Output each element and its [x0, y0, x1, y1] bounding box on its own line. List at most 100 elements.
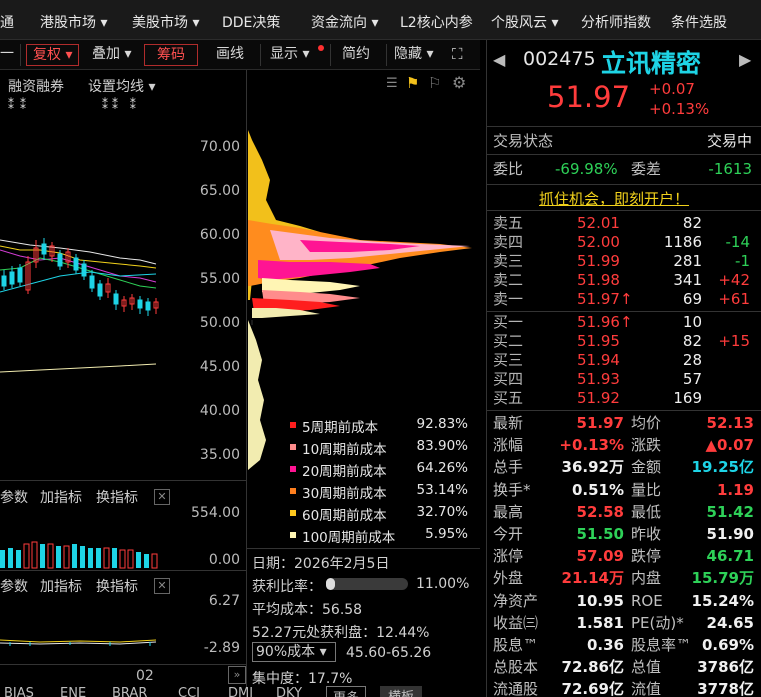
margin-trading-button[interactable]: 融资融券 — [8, 76, 64, 96]
ask-row[interactable]: 卖三 51.99 281 -1 — [487, 252, 761, 271]
next-stock-icon[interactable]: ▶ — [739, 50, 751, 69]
concentration: 集中度：17.7% — [252, 671, 353, 687]
stat-label: 昨收 — [631, 525, 662, 543]
gear-icon[interactable]: ⚙ — [452, 73, 466, 92]
legend-swatch — [290, 466, 296, 472]
bid-row[interactable]: 买二 51.95 82 +15 — [487, 332, 761, 351]
tab-more[interactable]: 更多 — [326, 686, 367, 697]
cost-range: 45.60-65.26 — [346, 645, 432, 661]
vol-add-indicator-button[interactable]: 加指标 — [40, 487, 82, 507]
open-account-link[interactable]: 抓住机会，即刻开户！ — [539, 188, 689, 209]
divider — [0, 664, 246, 665]
stat-label: 净资产 — [493, 591, 539, 610]
jianyue-button[interactable]: 简约 — [342, 44, 370, 66]
tab-dmi[interactable]: DMI — [228, 686, 253, 697]
stat-value: 72.86亿 — [561, 658, 624, 677]
vol-close-icon[interactable]: ✕ — [154, 489, 170, 505]
stat-value: 52.13 — [706, 414, 754, 432]
divider — [20, 44, 21, 66]
stat-label: 流通股 — [493, 680, 539, 697]
vol-params-button[interactable]: 参数 — [0, 487, 28, 507]
fullscreen-icon[interactable]: ⛶ — [452, 44, 463, 66]
stat-value: 51.50 — [576, 525, 624, 543]
stat-label: 跌停 — [631, 547, 662, 566]
nav-item-partial[interactable]: 通 — [0, 14, 14, 32]
list-icon[interactable]: ☰ — [386, 76, 398, 91]
nav-item-analyst[interactable]: 分析师指数 — [581, 14, 651, 32]
profit-ratio-value: 11.00% — [416, 576, 470, 592]
flag-icon[interactable]: ⚑ — [406, 74, 419, 92]
macd-close-icon[interactable]: ✕ — [154, 578, 170, 594]
stat-row: 今开 51.50 昨收 51.90 — [487, 523, 761, 545]
vol-axis-bottom: 0.00 — [208, 552, 240, 568]
stat-row: 最高 52.58 最低 51.42 — [487, 501, 761, 523]
set-ma-button[interactable]: 设置均线 ▾ — [88, 76, 155, 96]
chip-legend-item: 60周期前成本 32.70% — [288, 504, 472, 524]
stat-value: 52.58 — [576, 502, 624, 521]
macd-swap-indicator-button[interactable]: 换指标 — [96, 576, 138, 596]
divider — [0, 570, 246, 571]
tab-dky[interactable]: DKY — [276, 686, 302, 697]
notification-dot — [318, 45, 324, 51]
vol-axis-top: 554.00 — [191, 505, 240, 521]
stat-value: +0.13% — [559, 436, 624, 455]
divider — [487, 126, 761, 127]
macd-add-indicator-button[interactable]: 加指标 — [40, 576, 82, 596]
tab-horizontal[interactable]: 横板 — [380, 686, 423, 697]
huaxian-button[interactable]: 画线 — [216, 44, 244, 66]
bid-row[interactable]: 买五 51.92 169 — [487, 389, 761, 408]
stat-value: 24.65 — [706, 613, 754, 632]
ask-row[interactable]: 卖一 51.97↑ 69 +61 — [487, 290, 761, 309]
weibi-label: 委比 — [493, 160, 524, 178]
divider — [487, 410, 761, 411]
ask-row[interactable]: 卖五 52.01 82 — [487, 214, 761, 233]
nav-item-stock-news[interactable]: 个股风云 ▾ — [491, 14, 558, 32]
weicha-label: 委差 — [631, 160, 662, 178]
profit-at-price: 52.27元处获利盘：12.44% — [252, 625, 430, 641]
bid-row[interactable]: 买四 51.93 57 — [487, 370, 761, 389]
tab-brar[interactable]: BRAR — [112, 686, 147, 697]
nav-item-dde[interactable]: DDE决策 — [222, 14, 280, 32]
stat-label: 股息™ — [493, 636, 539, 654]
tab-ene[interactable]: ENE — [60, 686, 86, 697]
trade-status-value: 交易中 — [706, 132, 752, 150]
chouma-button[interactable]: 筹码 — [144, 44, 198, 66]
divider — [0, 480, 246, 481]
ask-row[interactable]: 卖二 51.98 341 +42 — [487, 271, 761, 290]
stat-value: 72.69亿 — [561, 680, 624, 697]
ask-row[interactable]: 卖四 52.00 1186 -14 — [487, 233, 761, 252]
nav-item-hk[interactable]: 港股市场 ▾ — [40, 14, 107, 32]
nav-item-us[interactable]: 美股市场 ▾ — [132, 14, 199, 32]
xianshi-button[interactable]: 显示 ▾ — [270, 44, 309, 66]
profit-ratio-fill — [326, 578, 336, 590]
flag-outline-icon[interactable]: ⚐ — [428, 74, 441, 92]
price-change: +0.07 — [649, 80, 695, 98]
stat-value: 3778亿 — [697, 680, 754, 697]
legend-swatch — [290, 422, 296, 428]
stat-row: 流通股 72.69亿 流值 3778亿 — [487, 678, 761, 697]
macd-params-button[interactable]: 参数 — [0, 576, 28, 596]
chip-date: 日期：2026年2月5日 — [252, 556, 390, 572]
prev-stock-icon[interactable]: ◀ — [493, 50, 505, 69]
yincang-button[interactable]: 隐藏 ▾ — [394, 44, 433, 66]
bid-row[interactable]: 买一 51.96↑ 10 — [487, 313, 761, 332]
nav-item-fund-flow[interactable]: 资金流向 ▾ — [311, 14, 378, 32]
stat-label: 涨停 — [493, 547, 524, 566]
chip-legend-item: 20周期前成本 64.26% — [288, 460, 472, 480]
expand-icon[interactable]: » — [228, 666, 246, 684]
nav-item-l2[interactable]: L2核心内参 — [400, 14, 473, 32]
stat-label: 内盘 — [631, 569, 662, 588]
nav-item-screener[interactable]: 条件选股 — [671, 14, 727, 32]
bid-row[interactable]: 买三 51.94 28 — [487, 351, 761, 370]
fuquan-button[interactable]: 复权 ▾ — [26, 44, 80, 66]
vol-swap-indicator-button[interactable]: 换指标 — [96, 487, 138, 507]
diejia-button[interactable]: 叠加 ▾ — [92, 44, 131, 66]
tab-bias[interactable]: BIAS — [4, 686, 34, 697]
cost-range-select[interactable]: 90%成本 ▾ — [252, 642, 336, 662]
divider — [487, 154, 761, 155]
legend-swatch — [290, 444, 296, 450]
stat-label: ROE — [631, 591, 663, 610]
toolbar-dash[interactable]: 一 — [0, 44, 14, 66]
tab-cci[interactable]: CCI — [178, 686, 200, 697]
stat-row: 净资产 10.95 ROE 15.24% — [487, 590, 761, 612]
